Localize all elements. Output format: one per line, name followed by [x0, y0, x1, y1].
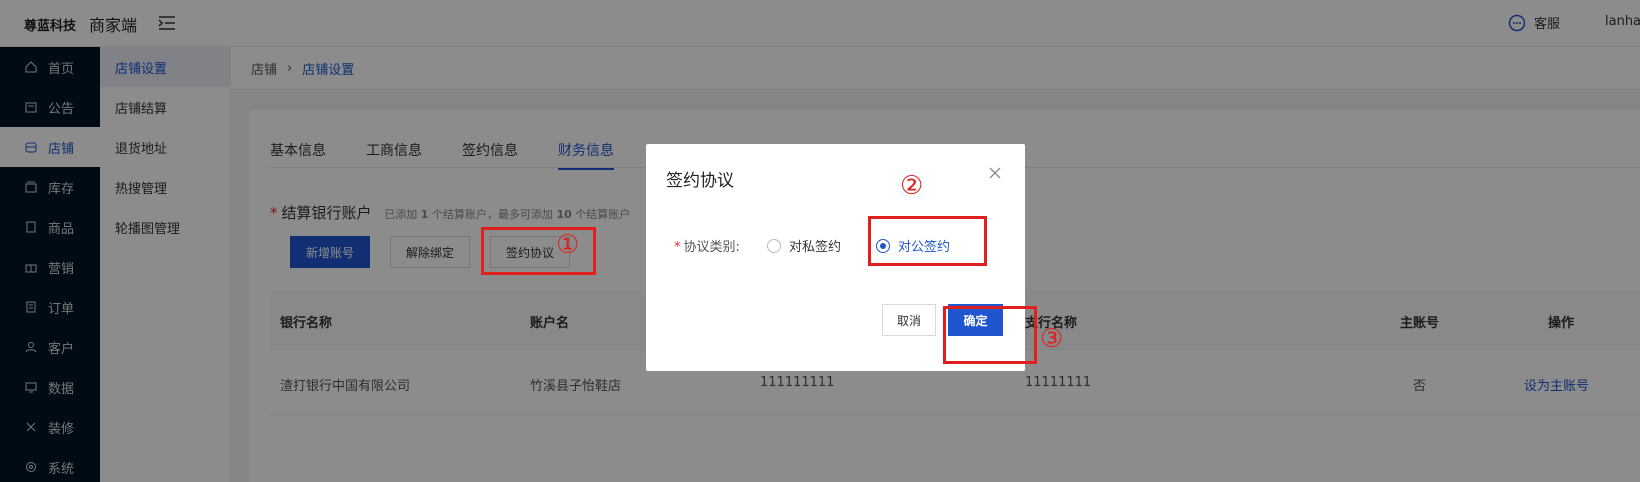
annotation-number-3: ③: [1040, 324, 1064, 354]
agreement-type-text: 协议类别:: [683, 240, 740, 255]
dialog-title: 签约协议: [666, 171, 734, 191]
annotation-number-2: ②: [900, 171, 924, 201]
annotation-box-2: [868, 216, 987, 266]
radio-private-label: 对私签约: [789, 240, 842, 255]
radio-circle: [767, 238, 781, 253]
cancel-button[interactable]: 取消: [882, 304, 936, 336]
required-mark: *: [674, 240, 681, 255]
close-icon[interactable]: [988, 166, 1002, 180]
annotation-box-3: [943, 306, 1037, 364]
radio-private[interactable]: 对私签约: [767, 236, 841, 255]
agreement-type-label: * 协议类别:: [674, 236, 740, 255]
annotation-number-1: ①: [556, 230, 580, 260]
